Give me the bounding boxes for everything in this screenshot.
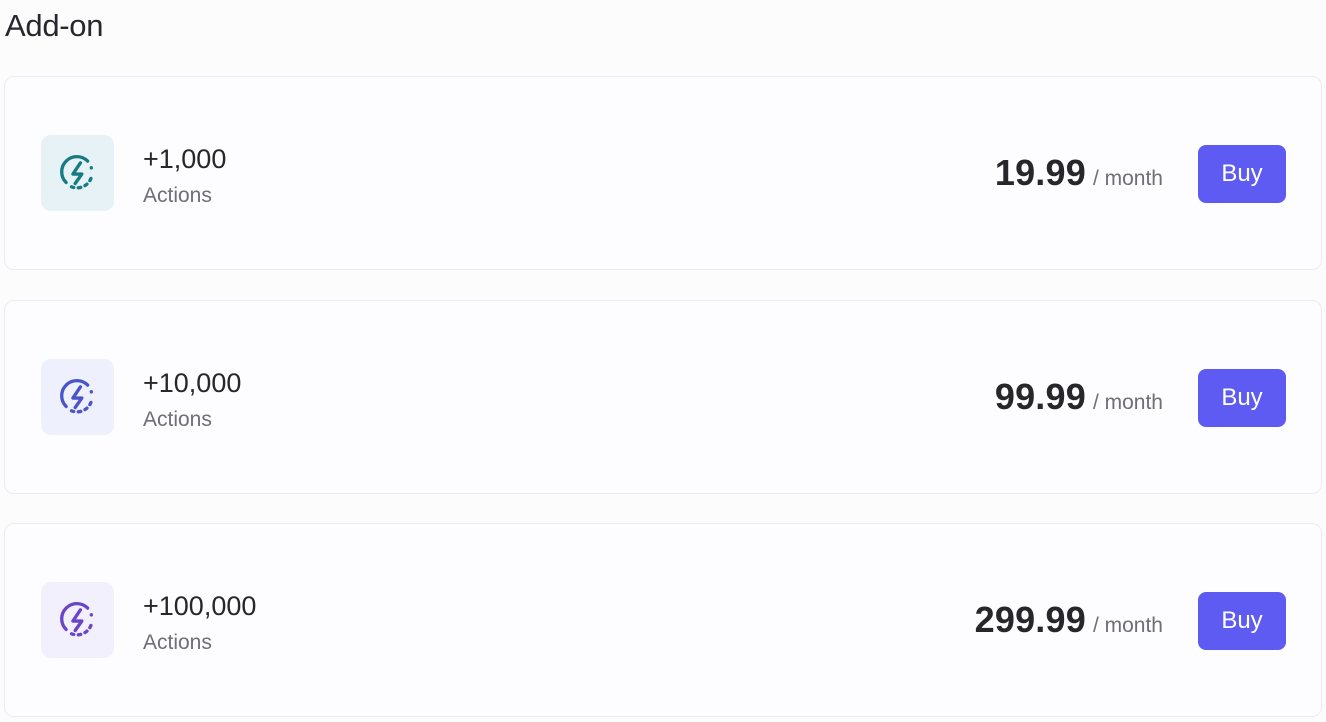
addon-page: Add-on +1,000 Actions 19.99 / month Buy bbox=[0, 0, 1326, 722]
bolt-icon bbox=[59, 154, 94, 190]
bolt-icon bbox=[59, 378, 94, 414]
billing-period: / month bbox=[1092, 614, 1163, 637]
buy-button[interactable]: Buy bbox=[1198, 145, 1286, 203]
price-group: 19.99 / month bbox=[995, 151, 1163, 195]
icon-container bbox=[41, 582, 114, 658]
icon-container bbox=[41, 135, 114, 211]
addon-amount: +10,000 bbox=[143, 368, 242, 398]
buy-button[interactable]: Buy bbox=[1198, 592, 1286, 650]
buy-button[interactable]: Buy bbox=[1198, 369, 1286, 427]
billing-period: / month bbox=[1092, 167, 1163, 190]
addon-amount: +1,000 bbox=[143, 144, 227, 174]
price-group: 299.99 / month bbox=[975, 598, 1163, 642]
price-group: 99.99 / month bbox=[995, 375, 1163, 419]
addon-card: +10,000 Actions 99.99 / month Buy bbox=[4, 300, 1322, 494]
addon-price: 299.99 bbox=[974, 599, 1086, 640]
addon-card: +1,000 Actions 19.99 / month Buy bbox=[4, 76, 1322, 270]
addon-unit: Actions bbox=[143, 184, 212, 207]
addon-card: +100,000 Actions 299.99 / month Buy bbox=[4, 523, 1322, 717]
billing-period: / month bbox=[1092, 391, 1163, 414]
addon-unit: Actions bbox=[143, 631, 212, 654]
section-title: Add-on bbox=[5, 8, 104, 43]
addon-price: 99.99 bbox=[994, 376, 1086, 417]
addon-unit: Actions bbox=[143, 408, 212, 431]
addon-amount: +100,000 bbox=[143, 591, 257, 621]
addon-price: 19.99 bbox=[994, 152, 1086, 193]
bolt-icon bbox=[59, 601, 94, 637]
icon-container bbox=[41, 359, 114, 435]
